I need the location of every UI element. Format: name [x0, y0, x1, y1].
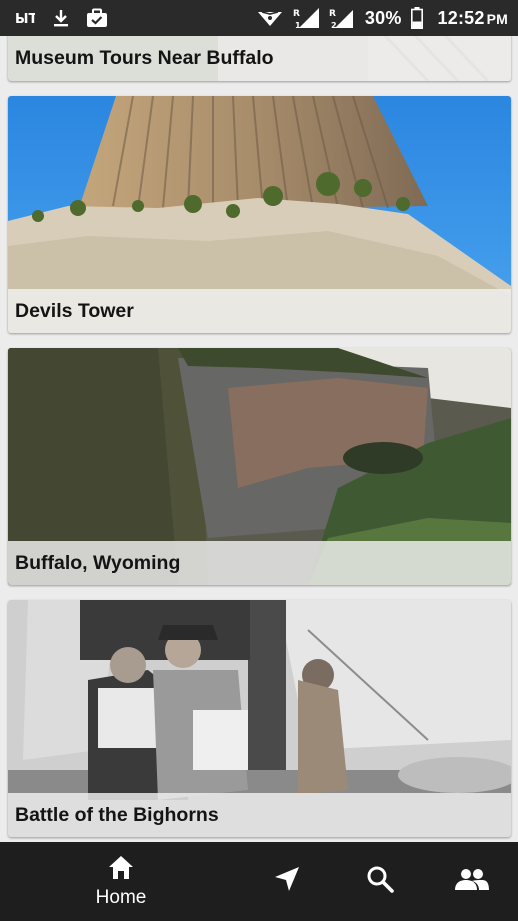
status-left-icons: ЫТ [14, 8, 108, 28]
card-label: Devils Tower [8, 289, 511, 333]
card-museum-tours[interactable]: Museum Tours Near Buffalo [8, 36, 511, 81]
vpn-key-icon [255, 8, 285, 28]
nav-home[interactable]: Home [80, 842, 162, 921]
carrier-icon: ЫТ [14, 8, 36, 28]
nav-directions[interactable] [262, 842, 312, 921]
status-right-icons: R1 R2 30% 12:52 PM [255, 7, 508, 29]
card-label: Buffalo, Wyoming [8, 541, 511, 585]
svg-text:R: R [293, 9, 300, 19]
navigation-arrow-icon [273, 865, 301, 898]
download-icon [50, 8, 72, 28]
svg-text:1: 1 [295, 21, 301, 29]
attractions-feed[interactable]: Museum Tours Near Buffalo Devils Tower B… [0, 36, 518, 842]
card-devils-tower[interactable]: Devils Tower [8, 96, 511, 333]
svg-text:2: 2 [331, 21, 337, 29]
clock-time: 12:52 [437, 7, 485, 28]
signal-sim1-icon: R1 [293, 8, 321, 29]
battery-percent: 30% [364, 7, 402, 28]
card-label: Museum Tours Near Buffalo [8, 36, 511, 81]
nav-search[interactable] [355, 842, 405, 921]
signal-sim2-icon: R2 [329, 8, 357, 29]
nav-people[interactable] [447, 842, 497, 921]
card-label: Battle of the Bighorns [8, 793, 511, 837]
svg-text:ЫТ: ЫТ [15, 12, 35, 27]
clock: 12:52 PM [438, 8, 508, 29]
status-bar: ЫТ R1 R2 30% 12:52 PM [0, 0, 518, 36]
home-icon [106, 854, 136, 885]
battery-icon [410, 7, 424, 29]
card-battle-of-the-bighorns[interactable]: Battle of the Bighorns [8, 600, 511, 837]
search-icon [366, 865, 394, 898]
briefcase-icon [86, 8, 108, 28]
nav-home-label: Home [95, 887, 147, 908]
clock-ampm: PM [486, 10, 508, 27]
card-buffalo-wyoming[interactable]: Buffalo, Wyoming [8, 348, 511, 585]
people-icon [455, 867, 489, 896]
bottom-navigation: Home [0, 842, 518, 921]
svg-text:R: R [329, 9, 336, 19]
